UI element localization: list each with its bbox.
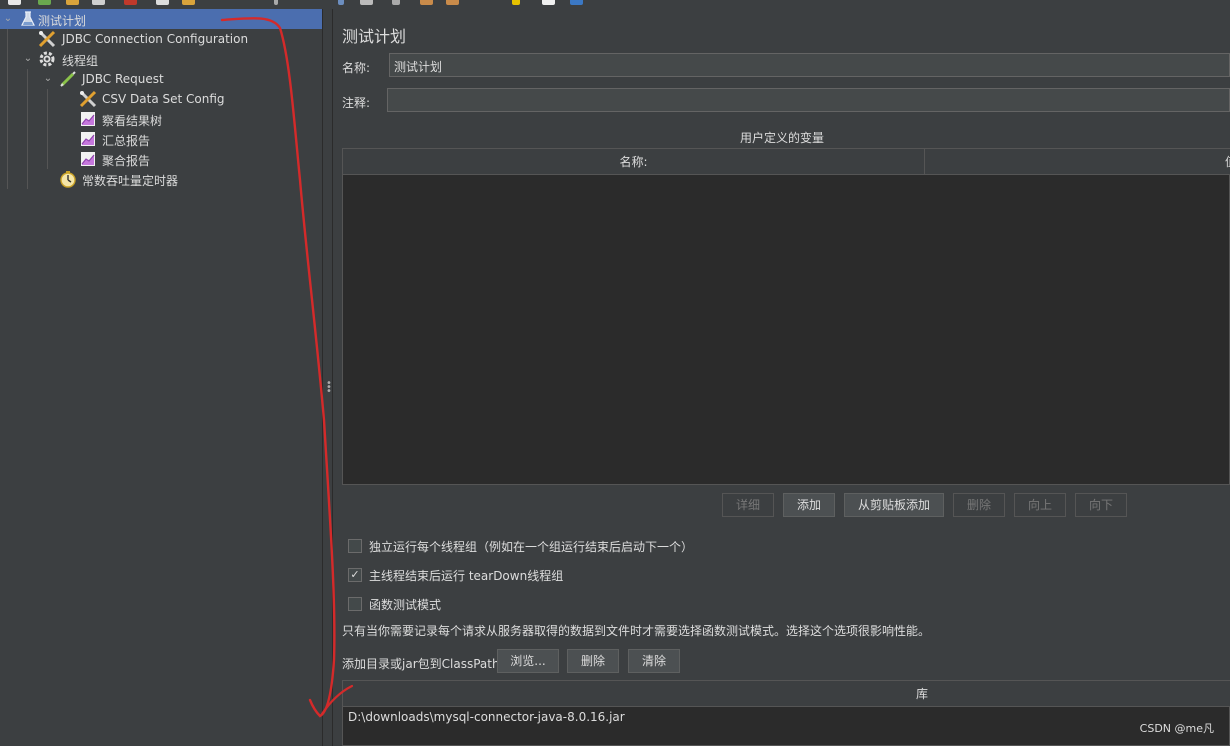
listener-graph-icon bbox=[79, 130, 97, 148]
tree-item-label: 察看结果树 bbox=[102, 114, 163, 128]
comment-field[interactable] bbox=[387, 88, 1230, 112]
function-helper-icon[interactable] bbox=[446, 0, 459, 5]
run-thread-groups-consecutively-checkbox[interactable]: 独立运行每个线程组（例如在一个组运行结束后启动下一个） bbox=[348, 537, 693, 555]
delete-classpath-button[interactable]: 删除 bbox=[567, 649, 619, 673]
delete-variable-button[interactable]: 删除 bbox=[953, 493, 1005, 517]
templates-icon[interactable] bbox=[38, 0, 51, 5]
checkmark-icon[interactable]: ✓ bbox=[348, 568, 362, 582]
comment-label: 注释: bbox=[342, 96, 371, 110]
save-icon[interactable] bbox=[92, 0, 105, 5]
tree-item-test-plan[interactable]: ⌄ 测试计划 bbox=[0, 9, 322, 29]
copy-icon[interactable] bbox=[156, 0, 169, 5]
tree-item-label: 常数吞吐量定时器 bbox=[82, 174, 179, 188]
name-label: 名称: bbox=[342, 61, 371, 75]
library-row[interactable]: D:\downloads\mysql-connector-java-8.0.16… bbox=[348, 710, 625, 724]
tree-item-label: 测试计划 bbox=[38, 14, 87, 28]
split-pane-divider[interactable]: • • • bbox=[322, 9, 333, 746]
column-header-value[interactable]: 值 bbox=[925, 149, 1230, 175]
sampler-pen-icon bbox=[59, 70, 77, 88]
clear-classpath-button[interactable]: 清除 bbox=[628, 649, 680, 673]
listener-graph-icon bbox=[79, 150, 97, 168]
config-tools-icon bbox=[79, 90, 97, 108]
classpath-label: 添加目录或jar包到ClassPath bbox=[342, 657, 500, 671]
tree-item-summary-report[interactable]: 汇总报告 bbox=[0, 129, 322, 149]
checkbox-label: 函数测试模式 bbox=[369, 597, 442, 612]
cut-icon[interactable] bbox=[124, 0, 137, 5]
watermark: CSDN @me凡 bbox=[1139, 722, 1214, 735]
browse-button[interactable]: 浏览... bbox=[497, 649, 559, 673]
stats-icon[interactable] bbox=[570, 0, 583, 5]
tree-item-view-results-tree[interactable]: 察看结果树 bbox=[0, 109, 322, 129]
test-plan-panel: 测试计划 名称: 测试计划 注释: 用户定义的变量 名称: 值 详细 添加 从剪… bbox=[334, 9, 1230, 746]
name-field[interactable]: 测试计划 bbox=[389, 53, 1230, 77]
checkbox-label: 独立运行每个线程组（例如在一个组运行结束后启动下一个） bbox=[369, 539, 694, 554]
chevron-down-icon[interactable]: ⌄ bbox=[43, 74, 53, 84]
add-button[interactable]: 添加 bbox=[783, 493, 835, 517]
checkbox-label: 主线程结束后运行 tearDown线程组 bbox=[369, 568, 564, 583]
clear-icon[interactable] bbox=[338, 0, 344, 5]
column-header-value-label: 值 bbox=[1225, 155, 1230, 169]
checkbox-box[interactable] bbox=[348, 597, 362, 611]
tree-item-jdbc-connection-configuration[interactable]: JDBC Connection Configuration bbox=[0, 29, 322, 49]
functional-test-mode-checkbox[interactable]: 函数测试模式 bbox=[348, 595, 441, 613]
log-viewer-icon[interactable] bbox=[542, 0, 555, 5]
checkbox-box[interactable] bbox=[348, 539, 362, 553]
config-tools-icon bbox=[38, 30, 56, 48]
functional-mode-note: 只有当你需要记录每个请求从服务器取得的数据到文件时才需要选择函数测试模式。选择这… bbox=[342, 624, 931, 638]
tree-item-jdbc-request[interactable]: ⌄ JDBC Request bbox=[0, 69, 322, 89]
page-title: 测试计划 bbox=[342, 27, 407, 46]
tree-item-label: JDBC Connection Configuration bbox=[62, 32, 249, 46]
search-icon[interactable] bbox=[392, 0, 400, 5]
clear-all-icon[interactable] bbox=[360, 0, 373, 5]
column-header-library[interactable]: 库 bbox=[343, 681, 1230, 707]
tree-item-label: 线程组 bbox=[62, 54, 99, 68]
column-header-name-label: 名称: bbox=[619, 155, 648, 169]
open-icon[interactable] bbox=[66, 0, 79, 5]
tree-item-constant-throughput-timer[interactable]: 常数吞吐量定时器 bbox=[0, 169, 322, 189]
library-table[interactable]: 库 D:\downloads\mysql-connector-java-8.0.… bbox=[342, 680, 1230, 746]
toolbar bbox=[0, 0, 1230, 9]
column-header-name[interactable]: 名称: bbox=[343, 149, 925, 175]
test-plan-icon bbox=[19, 10, 37, 28]
add-from-clipboard-button[interactable]: 从剪贴板添加 bbox=[844, 493, 944, 517]
move-down-button[interactable]: 向下 bbox=[1075, 493, 1127, 517]
tree-item-label: JDBC Request bbox=[82, 72, 164, 86]
detail-button[interactable]: 详细 bbox=[722, 493, 774, 517]
user-variables-table[interactable]: 名称: 值 bbox=[342, 148, 1230, 485]
paste-icon[interactable] bbox=[182, 0, 195, 5]
chevron-down-icon[interactable]: ⌄ bbox=[23, 54, 33, 64]
timer-stopwatch-icon bbox=[59, 170, 77, 188]
column-header-library-label: 库 bbox=[915, 687, 928, 701]
move-up-button[interactable]: 向上 bbox=[1014, 493, 1066, 517]
teardown-after-shutdown-checkbox[interactable]: ✓ 主线程结束后运行 tearDown线程组 bbox=[348, 566, 563, 584]
listener-graph-icon bbox=[79, 110, 97, 128]
help-icon[interactable] bbox=[512, 0, 520, 5]
tree-item-label: 聚合报告 bbox=[102, 154, 151, 168]
user-variables-caption: 用户定义的变量 bbox=[739, 131, 824, 145]
chevron-down-icon[interactable]: ⌄ bbox=[3, 14, 13, 24]
expand-icon[interactable] bbox=[274, 0, 278, 5]
test-tree: ⌄ 测试计划 JDBC Connection Configuration ⌄ 线… bbox=[0, 9, 322, 746]
gear-icon bbox=[38, 50, 56, 68]
jmeter-window: ⌄ 测试计划 JDBC Connection Configuration ⌄ 线… bbox=[0, 0, 1230, 746]
tree-item-label: CSV Data Set Config bbox=[102, 92, 225, 106]
drag-handle-icon[interactable]: • • • bbox=[326, 379, 332, 397]
tree-item-label: 汇总报告 bbox=[102, 134, 151, 148]
new-icon[interactable] bbox=[8, 0, 21, 5]
tree-item-thread-group[interactable]: ⌄ 线程组 bbox=[0, 49, 322, 69]
tree-item-csv-data-set-config[interactable]: CSV Data Set Config bbox=[0, 89, 322, 109]
reset-search-icon[interactable] bbox=[420, 0, 433, 5]
tree-item-aggregate-report[interactable]: 聚合报告 bbox=[0, 149, 322, 169]
